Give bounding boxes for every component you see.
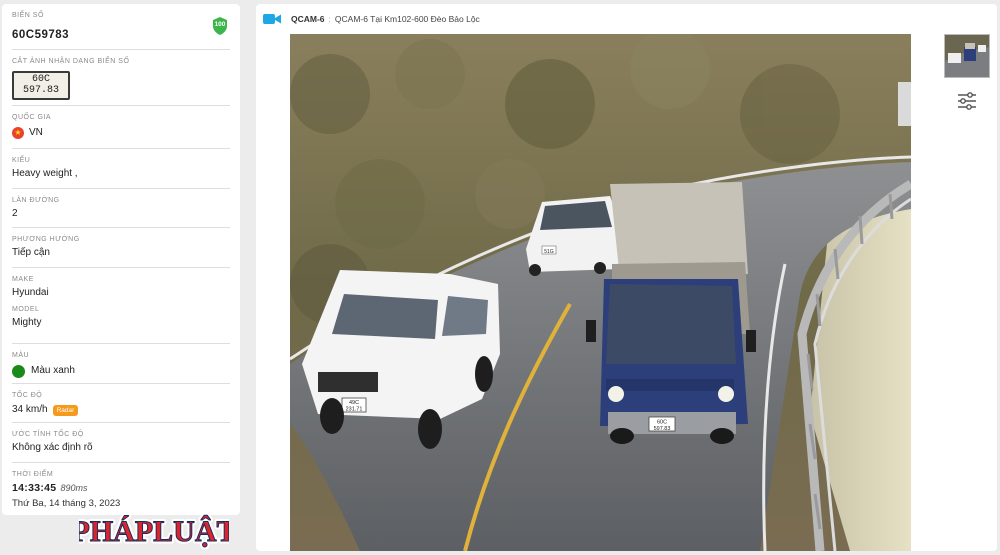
plate-crop-line1: 60C: [31, 74, 50, 85]
plate-label: BIỂN SỐ: [12, 12, 44, 19]
make-value: Hyundai: [12, 287, 49, 298]
plate-crop-field: CẮT ẢNH NHẬN DẠNG BIỂN SỐ 60C 597.83: [12, 50, 230, 106]
model-label: MODEL: [12, 306, 40, 313]
filter-settings-button[interactable]: [957, 91, 977, 111]
camera-separator: :: [328, 14, 331, 24]
camera-id: QCAM-6: [291, 14, 325, 24]
direction-field: PHƯƠNG HƯỚNG Tiếp cận: [12, 228, 230, 268]
confidence-score-badge: 100: [211, 16, 229, 36]
make-model-field: MAKE Hyundai MODEL Mighty: [12, 268, 230, 344]
timestamp-label: THỜI ĐIỂM: [12, 471, 54, 478]
direction-label: PHƯƠNG HƯỚNG: [12, 236, 80, 243]
plate-number: 60C59783: [12, 29, 70, 41]
snapshot-thumbnail[interactable]: [944, 34, 990, 78]
direction-value: Tiếp cận: [12, 247, 50, 258]
type-value: Heavy weight ,: [12, 168, 78, 179]
camera-header: QCAM-6 : QCAM-6 Tại Km102-600 Đèo Bảo Lộ…: [263, 11, 480, 27]
color-swatch: [12, 364, 25, 378]
pickup-plate-line1: 49C: [349, 400, 359, 406]
lane-field: LÀN ĐƯỜNG 2: [12, 189, 230, 228]
sedan-plate: 51G: [544, 249, 554, 255]
country-field: QUỐC GIA ★ VN: [12, 106, 230, 149]
vietnam-flag-icon: ★: [12, 127, 24, 139]
color-value: Màu xanh: [31, 365, 75, 376]
timestamp-date: Thứ Ba, 14 tháng 3, 2023: [12, 498, 121, 509]
speed-estimate-value: Không xác định rõ: [12, 442, 93, 453]
truck-plate-line1: 60C: [657, 420, 667, 426]
speed-estimate-label: ƯỚC TÍNH TỐC ĐỘ: [12, 431, 84, 438]
video-camera-icon: [263, 13, 281, 25]
white-sedan: 51G: [526, 196, 624, 276]
lane-label: LÀN ĐƯỜNG: [12, 197, 60, 204]
country-label: QUỐC GIA: [12, 114, 52, 121]
traffic-scene-image: 51G 49C 231.71 60C 597.83: [290, 34, 911, 551]
type-label: KIỂU: [12, 157, 31, 164]
camera-view-panel: QCAM-6 : QCAM-6 Tại Km102-600 Đèo Bảo Lộ…: [256, 4, 997, 551]
color-field: MÀU Màu xanh: [12, 344, 230, 384]
phapluat-logo: PHÁPLUẬT PHÁPLUẬT: [79, 511, 229, 551]
plate-crop-image[interactable]: 60C 597.83: [12, 71, 70, 100]
camera-snapshot[interactable]: 51G 49C 231.71 60C 597.83: [290, 34, 911, 551]
timestamp-ms: 890ms: [60, 483, 88, 493]
lane-value: 2: [12, 208, 18, 219]
logo-text: PHÁPLUẬT: [79, 515, 229, 548]
speed-value: 34 km/h: [12, 404, 48, 415]
radar-badge: Radar: [52, 404, 79, 416]
camera-name: QCAM-6 Tại Km102-600 Đèo Bảo Lộc: [334, 14, 480, 24]
sliders-icon: [958, 92, 976, 110]
confidence-score: 100: [214, 21, 226, 28]
make-label: MAKE: [12, 276, 34, 283]
country-value: VN: [29, 127, 43, 138]
speed-label: TỐC ĐỘ: [12, 392, 43, 399]
pickup-plate-line2: 231.71: [346, 407, 363, 413]
plate-field: BIỂN SỐ 60C59783 100: [12, 4, 230, 50]
color-label: MÀU: [12, 352, 30, 359]
vehicle-info-panel: BIỂN SỐ 60C59783 100 CẮT ẢNH NHẬN DẠNG B…: [2, 4, 240, 515]
model-value: Mighty: [12, 317, 42, 328]
truck-plate-line2: 597.83: [654, 426, 671, 432]
speed-estimate-field: ƯỚC TÍNH TỐC ĐỘ Không xác định rõ: [12, 423, 230, 463]
plate-crop-label: CẮT ẢNH NHẬN DẠNG BIỂN SỐ: [12, 58, 130, 65]
plate-crop-line2: 597.83: [22, 85, 59, 96]
speed-field: TỐC ĐỘ 34 km/h Radar: [12, 384, 230, 423]
type-field: KIỂU Heavy weight ,: [12, 149, 230, 189]
timestamp-time: 14:33:45: [12, 482, 57, 494]
